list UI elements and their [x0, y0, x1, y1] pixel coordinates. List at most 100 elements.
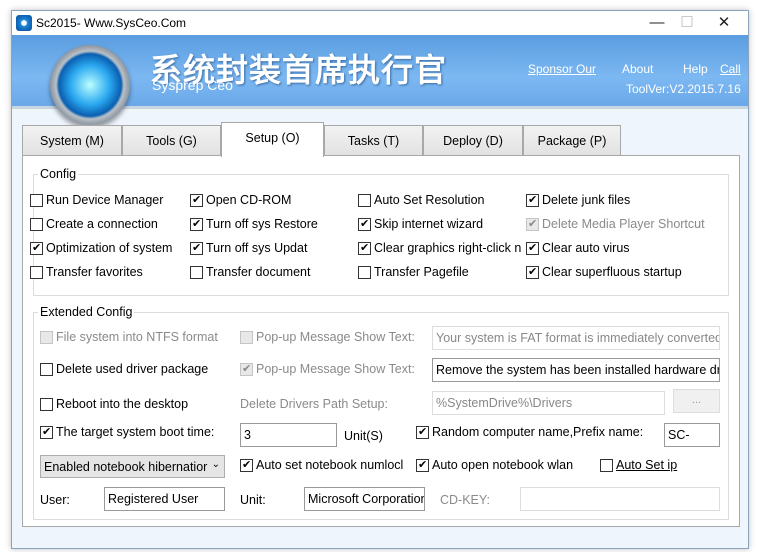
- config-checkbox-turn-off-sys-restore[interactable]: Turn off sys Restore: [190, 216, 318, 232]
- checkbox-label: Clear auto virus: [542, 241, 630, 255]
- tab-package[interactable]: Package (P): [523, 125, 621, 156]
- popup-message-1-checkbox[interactable]: Pop-up Message Show Text:: [240, 329, 415, 345]
- unit-label: Unit:: [240, 493, 266, 507]
- about-link[interactable]: About: [622, 62, 653, 76]
- checkbox-box: [526, 265, 539, 279]
- config-group-label: Config: [38, 167, 79, 181]
- checkbox-box: [358, 217, 371, 231]
- config-checkbox-delete-junk-files[interactable]: Delete junk files: [526, 192, 630, 208]
- minimize-button[interactable]: —: [642, 13, 672, 33]
- popup-message-2-input[interactable]: Remove the system has been installed har…: [432, 358, 720, 382]
- checkbox-box: [30, 241, 43, 255]
- config-checkbox-auto-set-resolution[interactable]: Auto Set Resolution: [358, 192, 485, 208]
- user-label: User:: [40, 493, 70, 507]
- checkbox-box: [190, 217, 203, 231]
- checkbox-label: Delete junk files: [542, 193, 631, 207]
- numlock-checkbox[interactable]: Auto set notebook numlocl: [240, 457, 416, 473]
- prefix-name-input[interactable]: SC-: [664, 423, 720, 447]
- delete-driver-package-checkbox[interactable]: Delete used driver package: [40, 361, 208, 377]
- config-checkbox-optimization-of-system[interactable]: Optimization of system: [30, 240, 172, 256]
- config-checkbox-create-a-connection[interactable]: Create a connection: [30, 216, 158, 232]
- drivers-path-input[interactable]: %SystemDrive%\Drivers: [432, 391, 665, 415]
- checkbox-label: Clear graphics right-click n: [374, 241, 522, 255]
- config-checkbox-skip-internet-wizard[interactable]: Skip internet wizard: [358, 216, 483, 232]
- hibernation-dropdown[interactable]: Enabled notebook hibernatior ⌄: [40, 455, 225, 478]
- checkbox-box: [526, 241, 539, 255]
- popup-message-2-checkbox[interactable]: Pop-up Message Show Text:: [240, 361, 415, 377]
- checkbox-label: Auto set notebook numlocl: [256, 458, 404, 472]
- checkbox-box: [190, 241, 203, 255]
- checkbox-label: Reboot into the desktop: [56, 397, 189, 411]
- logo-icon: [50, 45, 130, 125]
- auto-set-ip-checkbox[interactable]: Auto Set ip: [600, 457, 677, 473]
- checkbox-label: Run Device Manager: [46, 193, 164, 207]
- checkbox-label: The target system boot time:: [56, 425, 215, 439]
- window-title: Sc2015- Www.SysCeo.Com: [36, 16, 187, 30]
- checkbox-label: Transfer Pagefile: [374, 265, 469, 279]
- app-icon: [16, 15, 32, 31]
- checkbox-box: [416, 458, 429, 472]
- ntfs-checkbox[interactable]: File system into NTFS format: [40, 329, 218, 345]
- config-checkbox-turn-off-sys-updat[interactable]: Turn off sys Updat: [190, 240, 307, 256]
- boot-time-input[interactable]: 3: [240, 423, 337, 447]
- drivers-path-label: Delete Drivers Path Setup:: [240, 397, 388, 411]
- checkbox-label: Turn off sys Restore: [206, 217, 318, 231]
- config-checkbox-clear-superfluous-startup[interactable]: Clear superfluous startup: [526, 264, 682, 280]
- sponsor-link[interactable]: Sponsor Our: [528, 62, 596, 76]
- checkbox-label: Transfer document: [206, 265, 311, 279]
- close-button[interactable]: ✕: [709, 13, 739, 33]
- checkbox-label: Optimization of system: [46, 241, 173, 255]
- checkbox-box: [526, 193, 539, 207]
- wlan-checkbox[interactable]: Auto open notebook wlan: [416, 457, 573, 473]
- config-checkbox-delete-media-player-shortcut[interactable]: Delete Media Player Shortcut: [526, 216, 705, 232]
- tab-tools[interactable]: Tools (G): [122, 125, 221, 156]
- unit-input[interactable]: Microsoft Corporation: [304, 487, 425, 511]
- checkbox-box: [190, 265, 203, 279]
- checkbox-label: Turn off sys Updat: [206, 241, 308, 255]
- app-title-en: Sysprep Ceo: [152, 77, 233, 93]
- config-checkbox-clear-auto-virus[interactable]: Clear auto virus: [526, 240, 630, 256]
- checkbox-box: [240, 330, 253, 344]
- unit-seconds-label: Unit(S): [344, 429, 383, 443]
- reboot-desktop-checkbox[interactable]: Reboot into the desktop: [40, 396, 188, 412]
- config-checkbox-transfer-document[interactable]: Transfer document: [190, 264, 310, 280]
- help-link[interactable]: Help: [683, 62, 708, 76]
- maximize-button[interactable]: ☐: [672, 13, 702, 33]
- auto-set-ip-link[interactable]: Auto Set ip: [616, 458, 677, 472]
- version-label: ToolVer:V2.2015.7.16: [626, 82, 741, 96]
- random-name-checkbox[interactable]: Random computer name,Prefix name:: [416, 424, 643, 440]
- browse-button[interactable]: ...: [673, 389, 720, 413]
- checkbox-box: [240, 458, 253, 472]
- checkbox-label: Auto open notebook wlan: [432, 458, 574, 472]
- checkbox-box: [40, 425, 53, 439]
- config-checkbox-run-device-manager[interactable]: Run Device Manager: [30, 192, 163, 208]
- chevron-down-icon: ⌄: [211, 459, 220, 470]
- popup-message-1-input[interactable]: Your system is FAT format is immediately…: [432, 326, 720, 350]
- checkbox-box: [358, 193, 371, 207]
- checkbox-label: Create a connection: [46, 217, 158, 231]
- config-checkbox-transfer-pagefile[interactable]: Transfer Pagefile: [358, 264, 469, 280]
- tab-system[interactable]: System (M): [22, 125, 122, 156]
- call-link[interactable]: Call: [720, 62, 741, 76]
- setup-panel: Config Run Device Manager Open CD-ROM Auto…: [22, 155, 740, 527]
- user-input[interactable]: Registered User: [104, 487, 225, 511]
- checkbox-label: Transfer favorites: [46, 265, 143, 279]
- tab-tasks[interactable]: Tasks (T): [324, 125, 423, 156]
- cdkey-input[interactable]: [520, 487, 720, 511]
- checkbox-label: Auto Set Resolution: [374, 193, 485, 207]
- config-checkbox-open-cd-rom[interactable]: Open CD-ROM: [190, 192, 291, 208]
- checkbox-label: Clear superfluous startup: [542, 265, 682, 279]
- title-bar: Sc2015- Www.SysCeo.Com — ☐ ✕: [12, 11, 748, 35]
- banner: 系统封装首席执行官 Sysprep Ceo Sponsor Our About …: [12, 35, 748, 125]
- config-checkbox-clear-graphics-right-click-n[interactable]: Clear graphics right-click n: [358, 240, 521, 256]
- boot-time-checkbox[interactable]: The target system boot time:: [40, 424, 214, 440]
- tab-setup[interactable]: Setup (O): [221, 122, 324, 157]
- checkbox-box: [40, 362, 53, 376]
- checkbox-box: [600, 458, 613, 472]
- checkbox-box: [240, 362, 253, 376]
- checkbox-label: Pop-up Message Show Text:: [256, 330, 415, 344]
- checkbox-label: Pop-up Message Show Text:: [256, 362, 415, 376]
- checkbox-box: [30, 193, 43, 207]
- tab-deploy[interactable]: Deploy (D): [423, 125, 523, 156]
- config-checkbox-transfer-favorites[interactable]: Transfer favorites: [30, 264, 143, 280]
